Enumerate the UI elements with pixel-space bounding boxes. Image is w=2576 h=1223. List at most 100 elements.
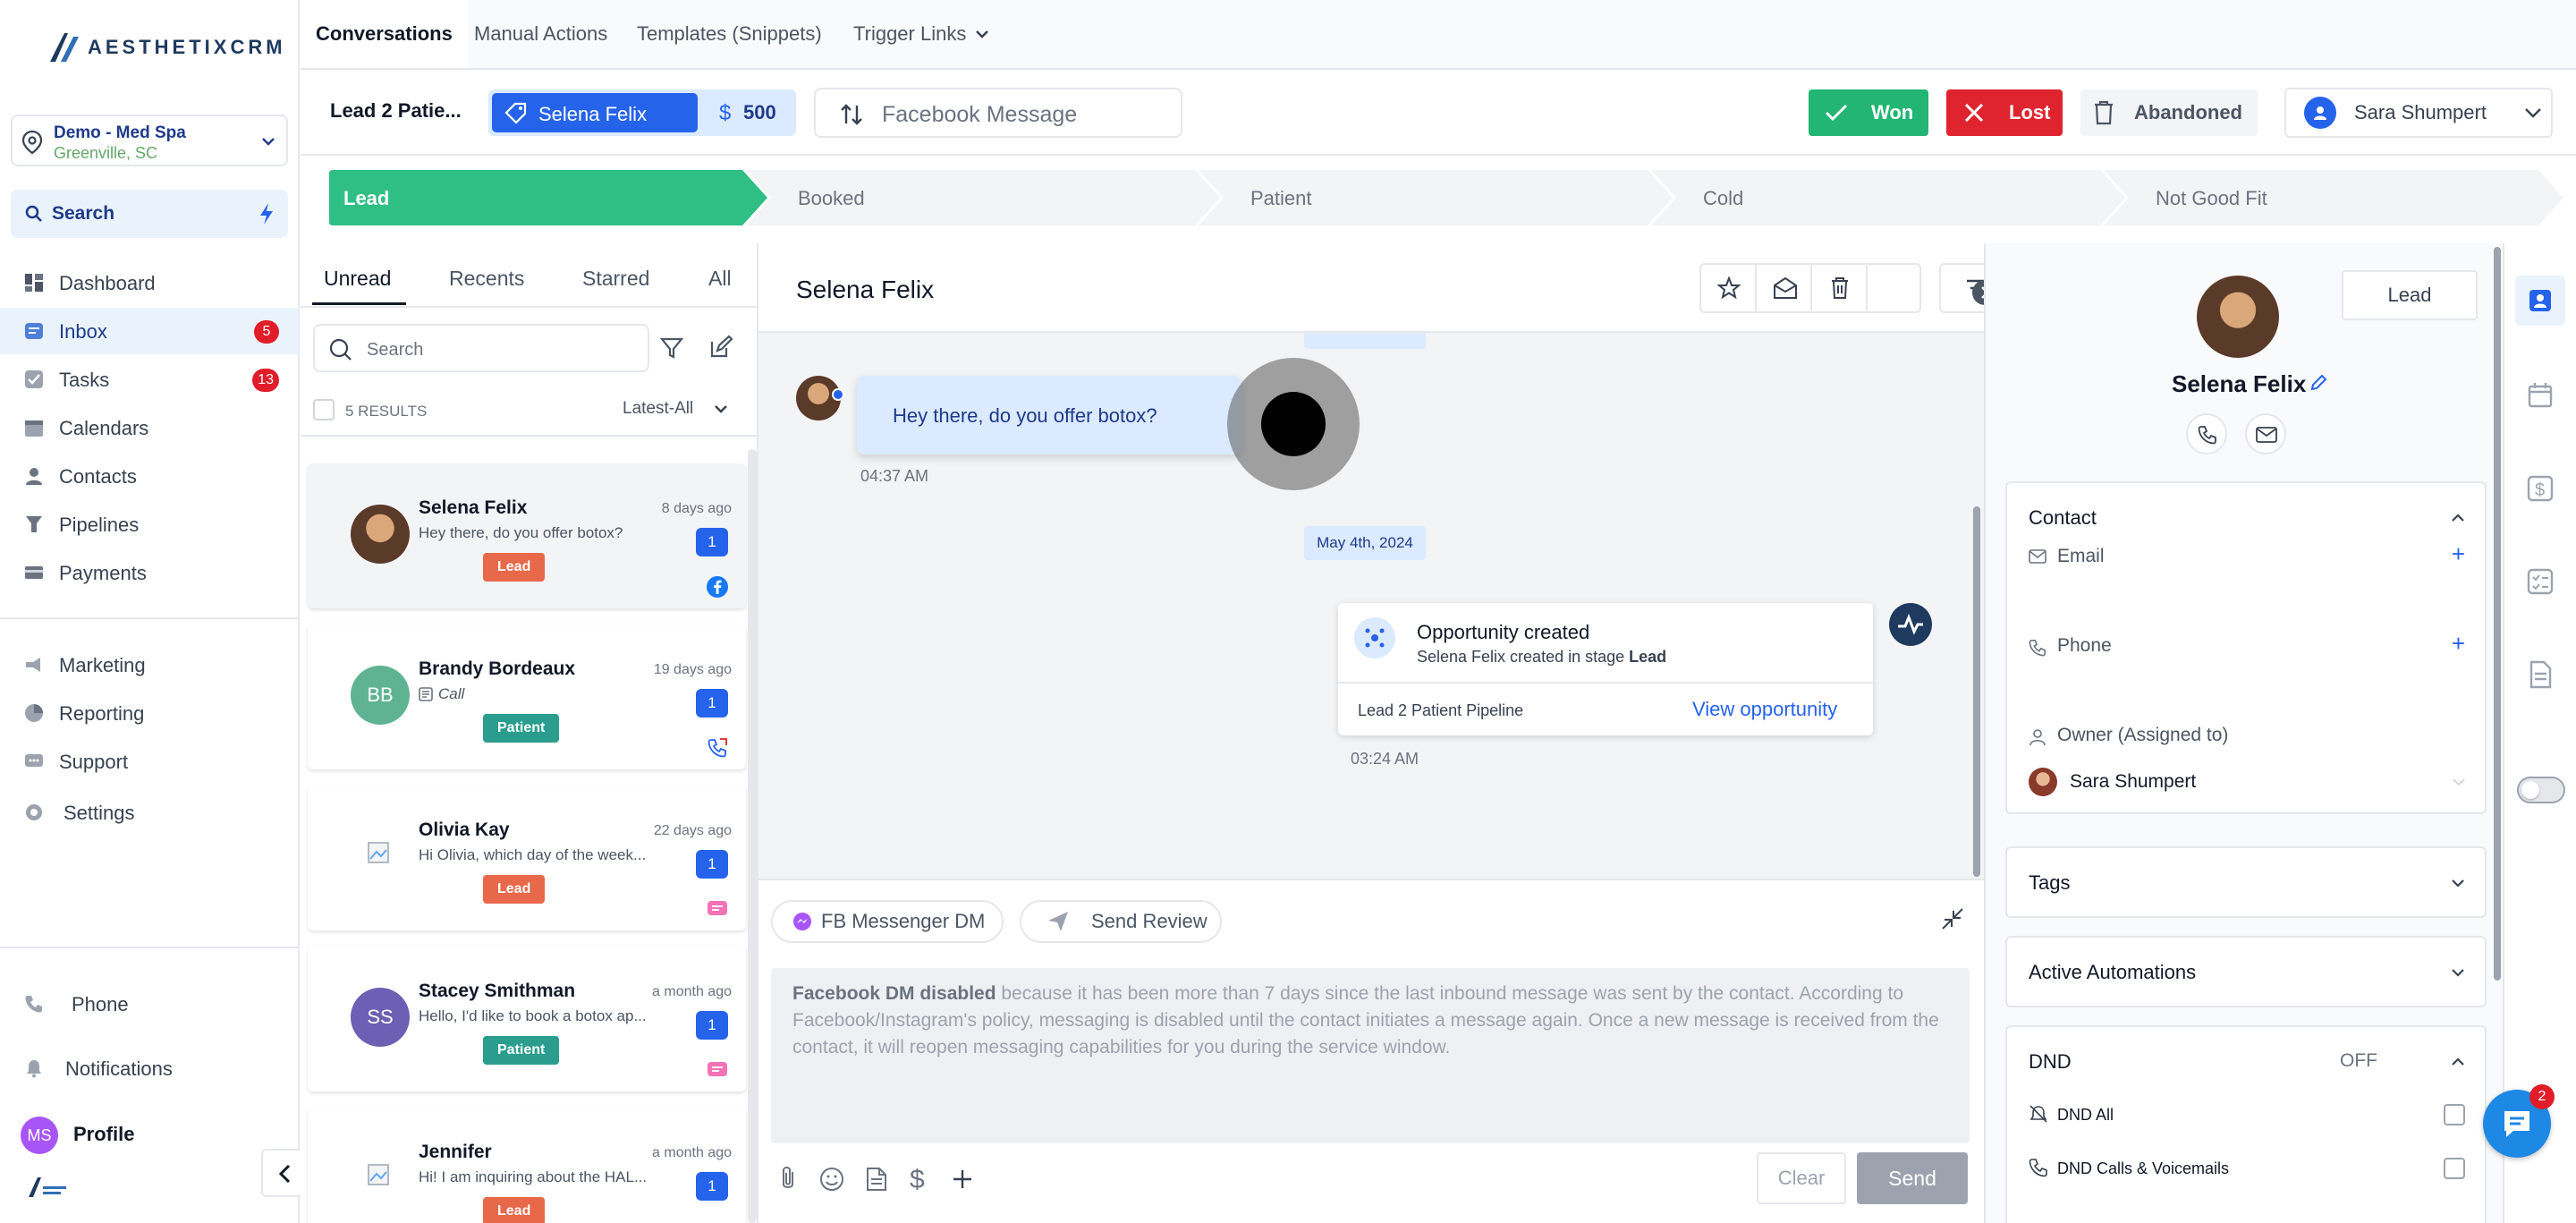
filter-icon[interactable] — [660, 336, 683, 360]
notes-icon[interactable] — [2524, 658, 2556, 691]
chevron-down-icon[interactable] — [2453, 778, 2465, 786]
payments-icon — [25, 566, 43, 579]
list-item[interactable]: Selena Felix Hey there, do you offer bot… — [308, 463, 746, 608]
emoji-icon[interactable] — [819, 1167, 844, 1192]
tab-conversations[interactable]: Conversations — [301, 0, 468, 68]
opportunity-source[interactable]: Facebook Message — [814, 88, 1182, 138]
sidebar-item-phone[interactable]: Phone — [0, 981, 299, 1027]
stage-cold[interactable]: Cold — [1703, 170, 1743, 225]
stage-lead[interactable]: Lead — [343, 170, 389, 225]
partner-logo-icon — [29, 1177, 66, 1197]
sidebar-item-label: Tasks — [59, 369, 110, 391]
edit-pencil-icon[interactable] — [2309, 374, 2327, 392]
view-opportunity-link[interactable]: View opportunity — [1692, 698, 1837, 721]
clear-button[interactable]: Clear — [1757, 1152, 1846, 1204]
sidebar-item-notifications[interactable]: Notifications — [0, 1045, 299, 1091]
sidebar-item-marketing[interactable]: Marketing — [0, 641, 299, 688]
tab-trigger-links[interactable]: Trigger Links — [853, 0, 966, 68]
chat-bubble-icon — [2504, 1111, 2529, 1137]
select-all-checkbox[interactable] — [313, 399, 335, 420]
sidebar-item-calendars[interactable]: Calendars — [0, 404, 299, 451]
chevron-down-icon[interactable] — [714, 404, 728, 415]
more-button[interactable] — [1868, 265, 1921, 311]
list-item[interactable]: Jennifer Hi! I am inquiring about the HA… — [308, 1108, 746, 1223]
plus-icon[interactable] — [952, 1168, 973, 1190]
chevron-up-icon[interactable] — [2451, 514, 2465, 522]
chevron-down-icon[interactable] — [976, 30, 988, 38]
calendar-icon[interactable] — [2524, 379, 2556, 412]
stage-patient[interactable]: Patient — [1250, 170, 1312, 225]
chat-header: Selena Felix — [758, 243, 2014, 333]
add-phone-button[interactable]: + — [2452, 630, 2465, 658]
stage-not-good-fit[interactable]: Not Good Fit — [2156, 170, 2267, 225]
channel-select[interactable]: FB Messenger DM — [771, 900, 1004, 943]
star-button[interactable] — [1701, 265, 1757, 311]
message-time: 8 days ago — [661, 501, 732, 516]
results-count: 5 RESULTS — [345, 403, 428, 420]
paperclip-icon[interactable] — [776, 1165, 800, 1192]
delete-button[interactable] — [1812, 265, 1868, 311]
sidebar-item-contacts[interactable]: Contacts — [0, 453, 299, 499]
tab-templates[interactable]: Templates (Snippets) — [637, 0, 822, 68]
sidebar-item-label: Phone — [72, 993, 129, 1015]
sidebar-item-reporting[interactable]: Reporting — [0, 690, 299, 736]
mark-unread-button[interactable] — [1757, 265, 1812, 311]
conversation-search-input[interactable]: Search — [313, 324, 649, 372]
stage-booked[interactable]: Booked — [798, 170, 865, 225]
owner-select[interactable]: Sara Shumpert — [2284, 88, 2553, 138]
send-review-button[interactable]: Send Review — [1020, 900, 1222, 943]
message-preview: Hi! I am inquiring about the HAL... — [419, 1168, 648, 1185]
dollar-icon[interactable]: $ — [909, 1165, 927, 1193]
sidebar-item-tasks[interactable]: Tasks 13 — [0, 356, 299, 403]
call-contact-button[interactable] — [2186, 413, 2227, 454]
opportunity-contact-chip[interactable]: Selena Felix $ 500 — [488, 89, 796, 136]
sidebar-item-profile[interactable]: MS Profile — [0, 1110, 299, 1157]
sidebar-item-pipelines[interactable]: Pipelines — [0, 501, 299, 548]
chevron-up-icon[interactable] — [2451, 1057, 2465, 1066]
tab-recents[interactable]: Recents — [449, 267, 524, 291]
sidebar-item-settings[interactable]: Settings — [0, 789, 299, 836]
check-icon — [1825, 104, 1848, 122]
global-search[interactable]: Search — [11, 190, 288, 238]
tab-starred[interactable]: Starred — [582, 267, 649, 291]
sort-select[interactable]: Latest-All — [623, 399, 693, 419]
app-logo[interactable]: AESTHETIXCRM — [47, 27, 286, 68]
list-item[interactable]: BB Brandy Bordeaux Call 19 days ago 1 Pa… — [308, 624, 746, 769]
lightning-icon[interactable] — [258, 202, 275, 225]
tab-manual-actions[interactable]: Manual Actions — [474, 0, 607, 68]
owner-select[interactable]: Sara Shumpert — [2070, 771, 2196, 793]
automations-section[interactable]: Active Automations — [2005, 936, 2487, 1007]
document-icon[interactable] — [866, 1167, 887, 1192]
collapse-composer-icon[interactable] — [1941, 907, 1964, 930]
sidebar-item-inbox[interactable]: Inbox 5 — [0, 308, 299, 354]
help-chat-widget[interactable]: 2 — [2483, 1084, 2555, 1158]
contact-tag[interactable]: Selena Felix — [492, 93, 698, 132]
list-scrollbar[interactable] — [748, 449, 757, 1223]
lost-button[interactable]: Lost — [1946, 89, 2063, 136]
email-contact-button[interactable] — [2245, 413, 2286, 454]
dnd-all-checkbox[interactable] — [2444, 1104, 2465, 1125]
stage-button[interactable]: Lead — [2342, 270, 2478, 320]
dollar-tab-icon[interactable]: $ — [2524, 472, 2556, 505]
opportunity-title[interactable]: Lead 2 Patie... — [330, 99, 462, 123]
location-switcher[interactable]: Demo - Med Spa Greenville, SC — [11, 115, 288, 166]
dnd-calls-checkbox[interactable] — [2444, 1158, 2465, 1179]
list-item[interactable]: SS Stacey Smithman Hello, I'd like to bo… — [308, 947, 746, 1091]
abandoned-button[interactable]: Abandoned — [2080, 89, 2258, 136]
send-button[interactable]: Send — [1857, 1152, 1968, 1204]
compose-icon[interactable] — [708, 335, 733, 360]
toggle-switch[interactable] — [2517, 777, 2565, 803]
contact-tab-button[interactable] — [2515, 276, 2565, 326]
tab-all[interactable]: All — [708, 267, 732, 291]
sidebar-item-support[interactable]: Support — [0, 738, 299, 785]
list-item[interactable]: Olivia Kay Hi Olivia, which day of the w… — [308, 786, 746, 930]
sidebar-item-dashboard[interactable]: Dashboard — [0, 259, 299, 306]
won-button[interactable]: Won — [1809, 89, 1928, 136]
add-email-button[interactable]: + — [2452, 540, 2465, 568]
sidebar-item-payments[interactable]: Payments — [0, 549, 299, 596]
chat-scrollbar[interactable] — [1973, 506, 1980, 877]
panel-scrollbar[interactable] — [2494, 247, 2501, 981]
tags-section[interactable]: Tags — [2005, 846, 2487, 918]
tab-unread[interactable]: Unread — [324, 267, 391, 291]
checklist-icon[interactable] — [2524, 565, 2556, 598]
